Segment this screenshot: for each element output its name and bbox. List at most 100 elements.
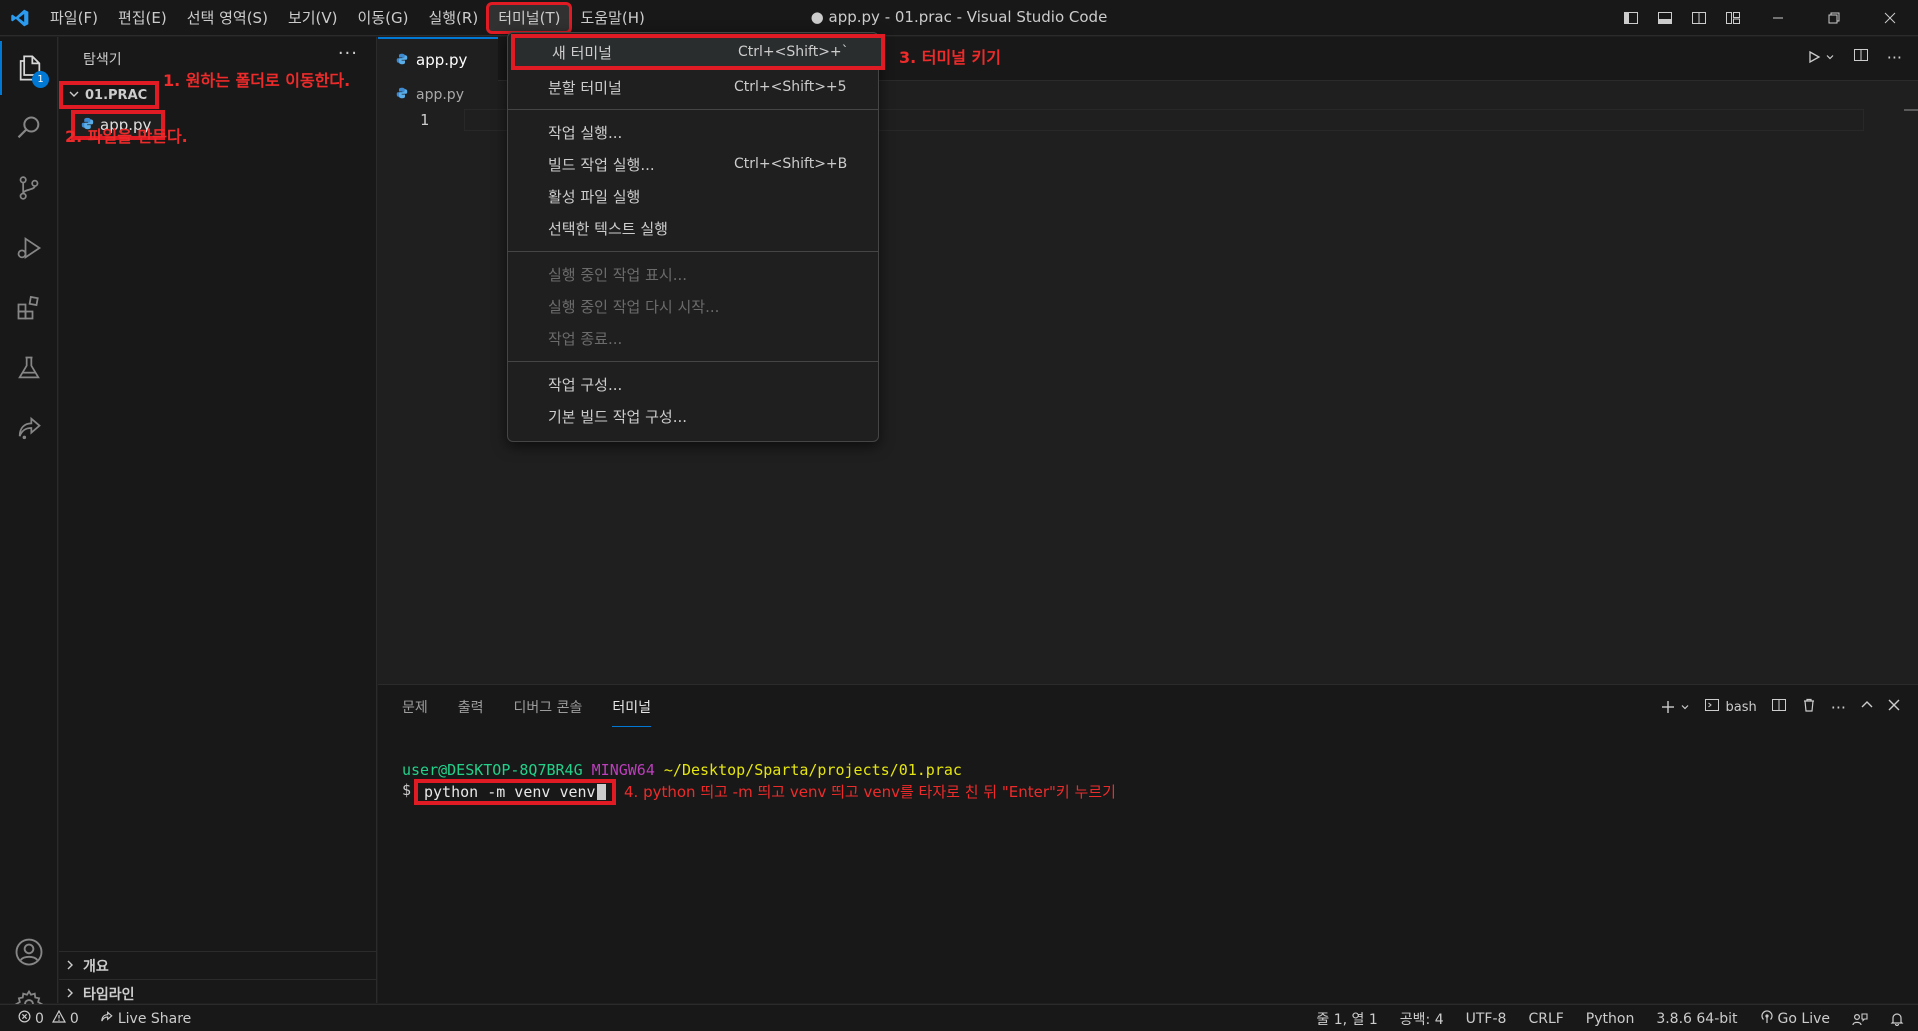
- tab-problems[interactable]: 문제: [402, 697, 428, 727]
- status-problems[interactable]: 0 0: [18, 1009, 79, 1027]
- menu-selection[interactable]: 선택 영역(S): [177, 4, 278, 32]
- menu-new-terminal[interactable]: 새 터미널 Ctrl+<Shift>+`: [511, 34, 885, 70]
- menu-separator: [508, 361, 878, 362]
- menu-file[interactable]: 파일(F): [40, 4, 108, 32]
- folder-name: 01.PRAC: [85, 87, 148, 103]
- status-right: 줄 1, 열 1 공백: 4 UTF-8 CRLF Python 3.8.6 6…: [1316, 1005, 1904, 1031]
- python-file-icon: [396, 51, 408, 69]
- terminal-shell-selector[interactable]: bash: [1704, 697, 1757, 717]
- menu-configure-default-build-task[interactable]: 기본 빌드 작업 구성...: [512, 401, 874, 431]
- run-python-file-icon[interactable]: [1807, 50, 1835, 64]
- editor-scrollbar[interactable]: [1904, 109, 1918, 111]
- section-timeline[interactable]: 타임라인: [59, 979, 377, 1007]
- accounts-icon[interactable]: [0, 925, 58, 979]
- explorer-icon[interactable]: 1: [0, 41, 58, 95]
- status-python-interpreter[interactable]: 3.8.6 64-bit: [1656, 1011, 1737, 1027]
- menu-edit[interactable]: 편집(E): [108, 4, 177, 32]
- chevron-down-icon: [69, 88, 79, 103]
- menu-item-shortcut: Ctrl+<Shift>+`: [738, 44, 849, 60]
- status-live-share[interactable]: Live Share: [99, 1010, 191, 1028]
- maximize-panel-icon[interactable]: [1860, 698, 1874, 716]
- terminal-cursor: [596, 784, 606, 800]
- status-language-mode[interactable]: Python: [1586, 1011, 1635, 1027]
- tab-app-py[interactable]: app.py: [378, 37, 498, 81]
- window-controls: [1614, 0, 1918, 36]
- section-outline-label: 개요: [83, 958, 109, 975]
- split-editor-icon[interactable]: [1853, 47, 1869, 67]
- run-debug-icon[interactable]: [0, 221, 58, 275]
- tab-debug-console[interactable]: 디버그 콘솔: [514, 697, 583, 727]
- section-outline[interactable]: 개요: [59, 951, 377, 979]
- error-count: 0: [35, 1010, 44, 1027]
- status-encoding[interactable]: UTF-8: [1466, 1011, 1507, 1027]
- toggle-panel-icon[interactable]: [1648, 0, 1682, 36]
- terminal-menu-dropdown: 새 터미널 Ctrl+<Shift>+` 분할 터미널 Ctrl+<Shift>…: [507, 32, 885, 442]
- section-timeline-label: 타임라인: [83, 986, 135, 1003]
- menu-separator: [508, 109, 878, 110]
- status-cursor-position[interactable]: 줄 1, 열 1: [1316, 1009, 1377, 1029]
- status-eol[interactable]: CRLF: [1528, 1011, 1563, 1027]
- customize-layout-icon[interactable]: [1716, 0, 1750, 36]
- source-control-icon[interactable]: [0, 161, 58, 215]
- restore-icon[interactable]: [1806, 0, 1862, 36]
- menu-item-label: 실행 중인 작업 표시...: [548, 265, 688, 284]
- toggle-primary-sidebar-icon[interactable]: [1614, 0, 1648, 36]
- menu-terminal[interactable]: 터미널(T): [486, 1, 573, 34]
- live-share-label: Live Share: [117, 1010, 192, 1027]
- line-number: 1: [420, 111, 430, 129]
- sidebar-more-actions-icon[interactable]: ···: [338, 43, 358, 64]
- menu-help[interactable]: 도움말(H): [570, 4, 654, 32]
- menu-run-selected-text[interactable]: 선택한 텍스트 실행: [512, 213, 874, 243]
- menu-bar: 파일(F) 편집(E) 선택 영역(S) 보기(V) 이동(G) 실행(R) 터…: [40, 0, 655, 36]
- menu-terminate-task: 작업 종료...: [512, 323, 874, 353]
- go-live-label: Go Live: [1777, 1010, 1830, 1027]
- toggle-secondary-sidebar-icon[interactable]: [1682, 0, 1716, 36]
- search-icon[interactable]: [0, 101, 58, 155]
- menu-show-running-tasks: 실행 중인 작업 표시...: [512, 259, 874, 289]
- minimize-icon[interactable]: [1750, 0, 1806, 36]
- menu-run[interactable]: 실행(R): [418, 4, 488, 32]
- extensions-icon[interactable]: [0, 281, 58, 335]
- trash-icon[interactable]: [1801, 697, 1817, 717]
- live-share-icon[interactable]: [0, 401, 58, 455]
- editor-more-actions-icon[interactable]: ···: [1887, 48, 1902, 67]
- close-panel-icon[interactable]: [1888, 699, 1900, 715]
- status-indentation[interactable]: 공백: 4: [1400, 1009, 1444, 1029]
- prompt-env: MINGW64: [591, 761, 655, 779]
- status-go-live[interactable]: Go Live: [1760, 1009, 1830, 1028]
- folder-01prac[interactable]: 01.PRAC: [59, 81, 160, 109]
- menu-run-task[interactable]: 작업 실행...: [512, 117, 874, 147]
- menu-item-shortcut: Ctrl+<Shift>+B: [734, 156, 848, 172]
- menu-split-terminal[interactable]: 분할 터미널 Ctrl+<Shift>+5: [512, 72, 874, 102]
- bottom-panel: 문제 출력 디버그 콘솔 터미널 bash ··· user@DESKTOP-8…: [378, 684, 1918, 1003]
- terminal-prompt-line[interactable]: user@DESKTOP-8Q7BR4G MINGW64 ~/Desktop/S…: [402, 761, 962, 779]
- activity-bar: 1: [0, 37, 58, 1019]
- live-share-icon: [99, 1010, 114, 1028]
- menu-go[interactable]: 이동(G): [348, 4, 419, 32]
- split-terminal-icon[interactable]: [1771, 697, 1787, 717]
- menu-restart-running-task: 실행 중인 작업 다시 시작...: [512, 291, 874, 321]
- vscode-logo-icon: [0, 0, 40, 36]
- feedback-icon[interactable]: [1852, 1012, 1868, 1026]
- prompt-path: ~/Desktop/Sparta/projects/01.prac: [663, 761, 962, 779]
- menu-configure-tasks[interactable]: 작업 구성...: [512, 369, 874, 399]
- testing-icon[interactable]: [0, 341, 58, 395]
- status-left: 0 0 Live Share: [18, 1005, 191, 1031]
- tab-output[interactable]: 출력: [458, 697, 484, 727]
- menu-item-label: 작업 실행...: [548, 123, 623, 142]
- new-terminal-plus-icon[interactable]: [1660, 699, 1690, 715]
- menu-view[interactable]: 보기(V): [278, 4, 348, 32]
- tab-terminal[interactable]: 터미널: [612, 697, 652, 727]
- menu-run-build-task[interactable]: 빌드 작업 실행... Ctrl+<Shift>+B: [512, 149, 874, 179]
- menu-item-label: 새 터미널: [552, 43, 612, 62]
- menu-item-label: 빌드 작업 실행...: [548, 155, 655, 174]
- breadcrumb-file[interactable]: app.py: [416, 87, 464, 103]
- chevron-right-icon: [65, 986, 75, 1002]
- panel-more-actions-icon[interactable]: ···: [1831, 698, 1846, 717]
- terminal-command-input[interactable]: python -m venv venv: [414, 779, 616, 805]
- status-bar: 0 0 Live Share 줄 1, 열 1 공백: 4 UTF-8 CRLF…: [0, 1004, 1918, 1031]
- menu-run-active-file[interactable]: 활성 파일 실행: [512, 181, 874, 211]
- close-window-icon[interactable]: [1862, 0, 1918, 36]
- menu-separator: [508, 251, 878, 252]
- notifications-bell-icon[interactable]: [1890, 1012, 1904, 1026]
